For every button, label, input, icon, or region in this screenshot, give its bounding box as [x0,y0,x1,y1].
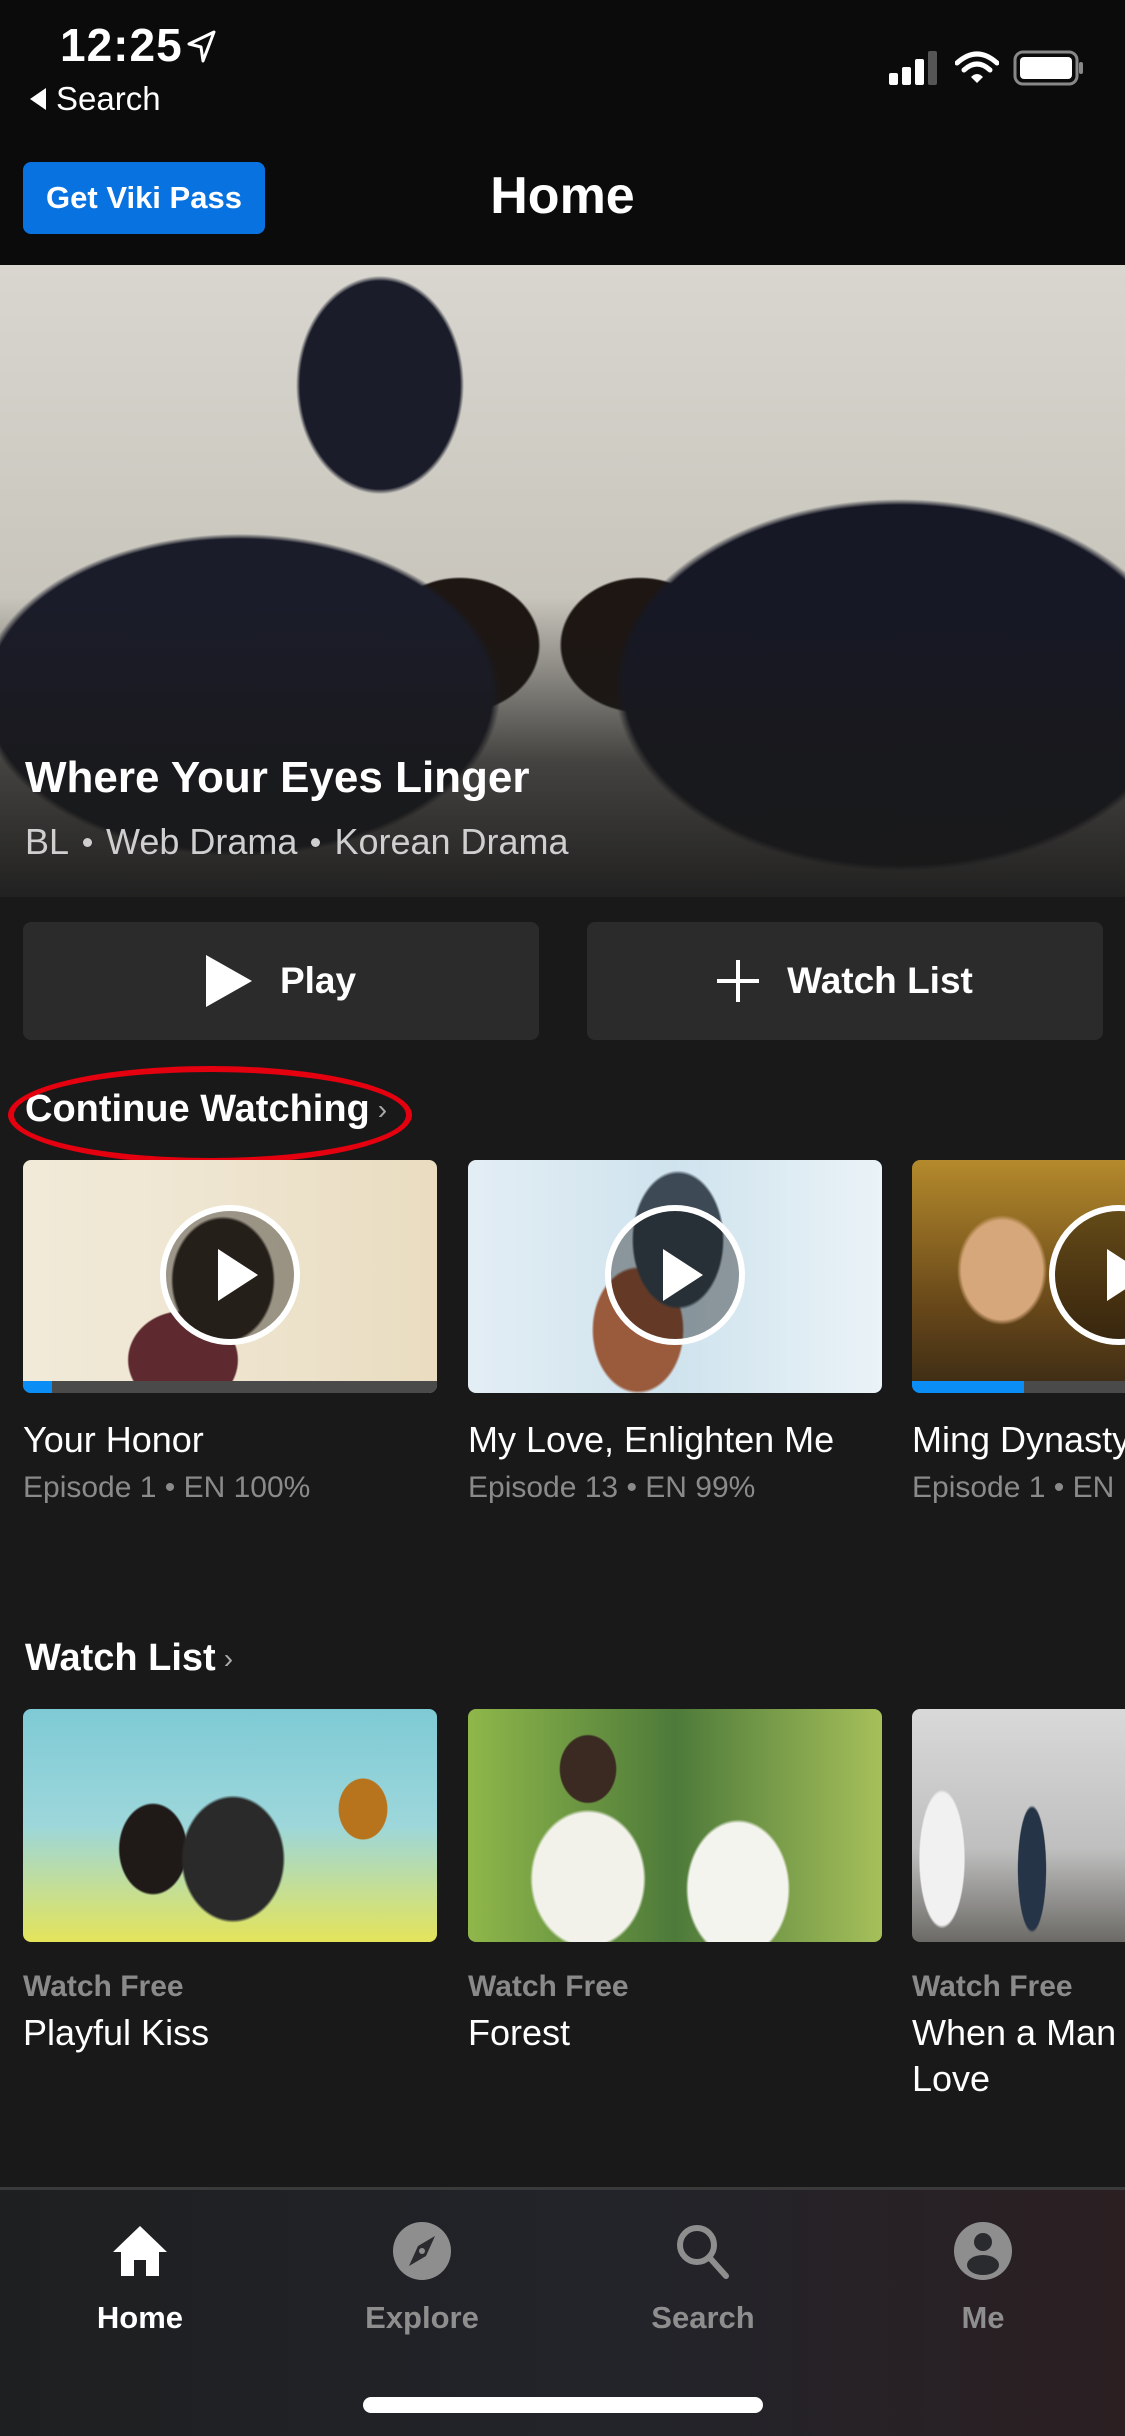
card-title: My Love, Enlighten Me [468,1419,835,1460]
status-bar: 12:25 Search [0,0,1125,160]
card-subtitle: Episode 13 • EN 99% [468,1471,756,1504]
play-label: Play [279,960,357,1001]
thumbnail [468,1160,882,1393]
watch-free-badge: Watch Free [912,1970,1073,2003]
continue-watching-card[interactable]: My Love, Enlighten Me Episode 13 • EN 99… [468,1160,882,1505]
page-title: Home [490,167,635,225]
back-to-search-link[interactable]: Search [30,80,161,118]
play-circle-icon[interactable] [605,1205,745,1345]
continue-watching-heading[interactable]: Continue Watching › [25,1088,387,1131]
section-title: Continue Watching [25,1088,370,1130]
card-title: When a Man in Love [912,2012,1125,2099]
thumbnail [23,1709,437,1942]
thumbnail [23,1160,437,1393]
tab-label: Explore [365,2300,479,2335]
thumbnail [912,1709,1125,1942]
tab-label: Me [961,2300,1005,2335]
battery-icon [1013,50,1083,86]
add-to-watchlist-button[interactable]: Watch List [587,922,1103,1040]
watch-free-badge: Watch Free [468,1970,629,2003]
tab-label: Home [96,2300,184,2335]
watchlist-label: Watch List [787,960,973,1001]
hero-title: Where Your Eyes Linger [25,753,530,802]
thumbnail [912,1160,1125,1393]
chevron-right-icon: › [377,1093,388,1125]
compass-icon [393,2222,451,2280]
plus-icon [717,960,760,1002]
location-arrow-icon [187,30,216,63]
card-title: Forest [468,2012,571,2053]
profile-icon [954,2222,1012,2280]
progress-bar [912,1381,1125,1393]
card-subtitle: Episode 1 • EN 100% [23,1471,311,1504]
tab-explore[interactable]: Explore [322,2220,522,2336]
separator-dot [311,837,321,847]
card-subtitle: Episode 1 • EN [912,1471,1115,1504]
separator-dot [83,837,93,847]
chevron-right-icon: › [223,1642,234,1674]
clock: 12:25 [60,19,183,71]
genre-tag: Web Drama [106,821,298,862]
watch-list-card[interactable]: Watch Free Playful Kiss [23,1709,437,2056]
play-icon [205,955,252,1007]
tab-search[interactable]: Search [603,2220,803,2336]
card-title: Playful Kiss [23,2012,210,2053]
play-button[interactable]: Play [23,922,539,1040]
search-icon [677,2225,729,2279]
continue-watching-card[interactable]: Ming Dynasty Episode 1 • EN [912,1160,1125,1505]
progress-bar [23,1381,437,1393]
play-circle-icon[interactable] [160,1205,300,1345]
tab-label: Search [651,2300,755,2335]
watch-list-card[interactable]: Watch Free When a Man in Love [912,1709,1125,2102]
continue-watching-card[interactable]: Your Honor Episode 1 • EN 100% [23,1160,437,1505]
signal-icon [889,51,937,85]
home-indicator[interactable] [363,2397,763,2413]
back-arrow-icon [30,88,46,110]
watch-list-card[interactable]: Watch Free Forest [468,1709,882,2056]
hero-banner[interactable]: Where Your Eyes Linger BL Web Drama Kore… [0,265,1125,897]
play-circle-icon[interactable] [1049,1205,1125,1345]
wifi-icon [955,51,999,83]
app-header: Get Viki Pass Home [0,150,1125,265]
watch-list-heading[interactable]: Watch List › [25,1637,233,1680]
hero-genres: BL Web Drama Korean Drama [25,821,569,863]
thumbnail [468,1709,882,1942]
genre-tag: BL [25,821,70,862]
card-title: Your Honor [23,1419,204,1460]
home-icon [113,2226,167,2276]
system-icons [889,50,1085,86]
section-title: Watch List [25,1637,216,1679]
back-label: Search [56,80,161,117]
genre-tag: Korean Drama [334,821,569,862]
watch-free-badge: Watch Free [23,1970,184,2003]
tab-me[interactable]: Me [883,2220,1083,2336]
tab-home[interactable]: Home [40,2220,240,2336]
card-title: Ming Dynasty [912,1419,1125,1460]
